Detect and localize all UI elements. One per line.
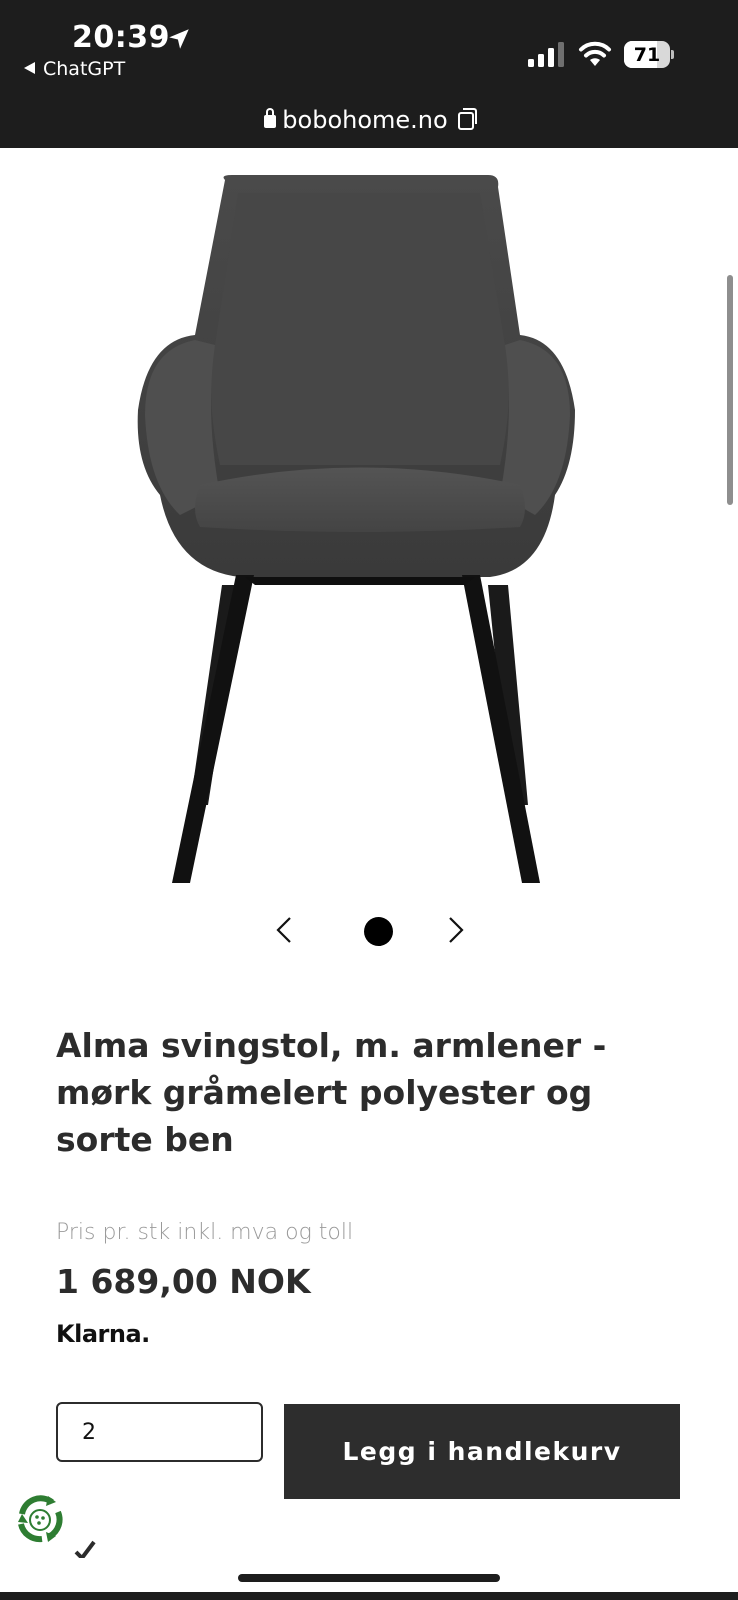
next-section-cutoff	[0, 1538, 738, 1558]
page-scrollbar[interactable]	[727, 275, 733, 505]
chair-product-image[interactable]	[120, 165, 610, 905]
back-app-label: ChatGPT	[43, 58, 126, 80]
checkmark-icon	[74, 1540, 96, 1558]
quantity-input[interactable]	[56, 1402, 263, 1462]
copy-link-icon[interactable]	[457, 108, 477, 130]
status-bar: 20:39 ChatGPT 71 bobohome.no	[0, 0, 738, 148]
wifi-icon	[579, 41, 611, 66]
back-to-app-link[interactable]: ChatGPT	[24, 58, 125, 80]
product-title: Alma svingstol, m. armlener - mørk gråme…	[56, 1026, 607, 1159]
bottom-bar	[0, 1592, 738, 1600]
image-carousel-controls	[270, 908, 470, 952]
product-price: 1 689,00 NOK	[56, 1262, 311, 1301]
back-triangle-icon	[24, 62, 35, 74]
lock-icon	[264, 108, 277, 128]
address-bar[interactable]: bobohome.no	[0, 106, 738, 134]
price-label: Pris pr. stk inkl. mva og toll	[56, 1220, 354, 1245]
klarna-logo: Klarna.	[56, 1320, 150, 1348]
carousel-dot-active[interactable]	[364, 917, 393, 946]
cellular-signal-icon	[528, 42, 564, 67]
chevron-right-icon[interactable]	[438, 914, 470, 946]
location-arrow-icon	[169, 29, 189, 49]
url-text: bobohome.no	[282, 106, 448, 134]
battery-icon: 71	[624, 41, 674, 68]
add-to-cart-button[interactable]: Legg i handlekurv	[284, 1404, 680, 1499]
battery-percent: 71	[633, 44, 661, 66]
home-indicator[interactable]	[238, 1574, 500, 1582]
chevron-left-icon[interactable]	[270, 914, 302, 946]
status-time: 20:39	[72, 20, 170, 55]
